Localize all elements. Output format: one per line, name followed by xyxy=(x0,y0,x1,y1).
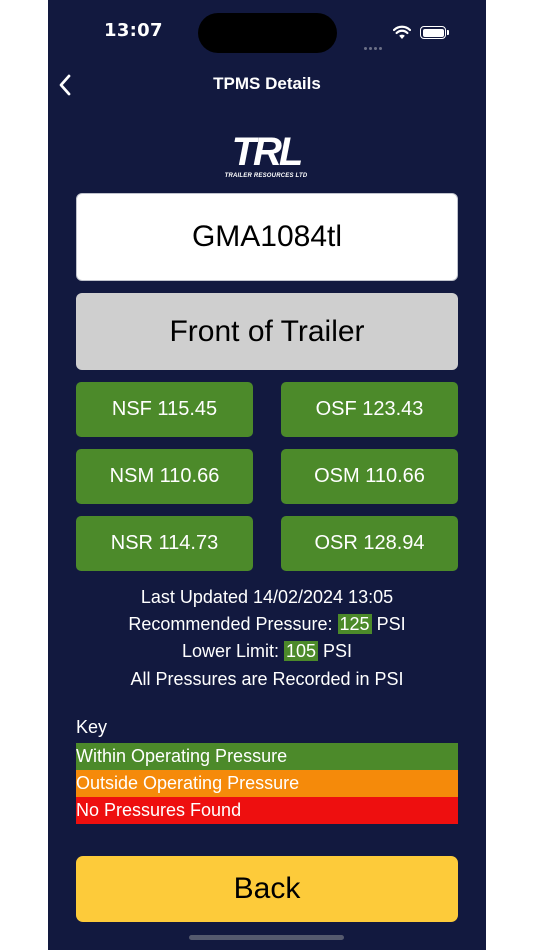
lower-limit-label: Lower Limit: xyxy=(181,641,279,661)
tyre-nsm[interactable]: NSM 110.66 xyxy=(76,449,253,504)
lower-limit-value: 105 xyxy=(283,641,319,661)
tyre-nsr[interactable]: NSR 114.73 xyxy=(76,516,253,571)
cellular-signal-icon xyxy=(364,35,384,50)
battery-icon xyxy=(420,26,446,39)
key-outside: Outside Operating Pressure xyxy=(76,770,458,797)
logo-mark: TRL xyxy=(231,130,304,174)
units-note: All Pressures are Recorded in PSI xyxy=(130,669,404,689)
back-button[interactable]: Back xyxy=(76,856,458,922)
key-within: Within Operating Pressure xyxy=(76,743,458,770)
wifi-icon xyxy=(393,25,411,39)
app-screen: 13:07 TPMS Details TRL TRAILER RESOURCES… xyxy=(48,0,486,950)
tyre-osf[interactable]: OSF 123.43 xyxy=(281,382,458,437)
recommended-label: Recommended Pressure: xyxy=(128,614,333,634)
key-none: No Pressures Found xyxy=(76,797,458,824)
tyre-osm[interactable]: OSM 110.66 xyxy=(281,449,458,504)
last-updated: Last Updated 14/02/2024 13:05 xyxy=(140,587,394,607)
home-indicator[interactable] xyxy=(189,935,344,940)
lower-limit-unit: PSI xyxy=(323,641,353,661)
trl-logo: TRL TRAILER RESOURCES LTD xyxy=(214,130,318,184)
tyre-osr[interactable]: OSR 128.94 xyxy=(281,516,458,571)
lower-limit: Lower Limit: 105 PSI xyxy=(48,638,486,665)
recommended-pressure: Recommended Pressure: 125 PSI xyxy=(48,611,486,638)
logo-subtitle: TRAILER RESOURCES LTD xyxy=(224,173,308,179)
status-time: 13:07 xyxy=(104,20,163,41)
trailer-position-card: Front of Trailer xyxy=(76,293,458,370)
recommended-unit: PSI xyxy=(376,614,406,634)
recommended-value: 125 xyxy=(337,614,372,634)
trailer-id-card: GMA1084tl xyxy=(76,193,458,281)
dynamic-island xyxy=(198,13,337,53)
tyre-nsf[interactable]: NSF 115.45 xyxy=(76,382,253,437)
battery-tip xyxy=(447,30,449,35)
key-label: Key xyxy=(76,717,108,737)
page-title: TPMS Details xyxy=(213,74,321,93)
